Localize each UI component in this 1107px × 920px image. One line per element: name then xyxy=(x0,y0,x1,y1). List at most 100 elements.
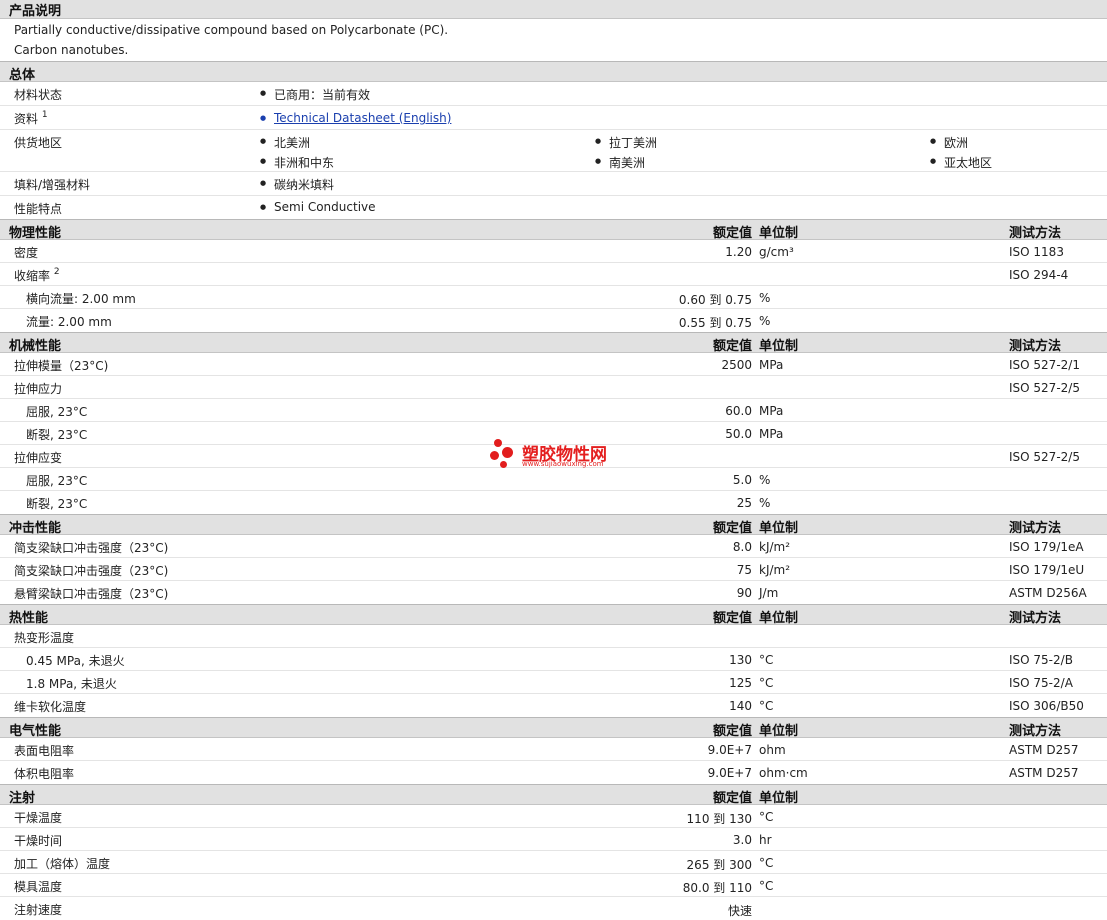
header-unit: 单位制 xyxy=(759,611,799,626)
header-method: 测试方法 xyxy=(1009,611,1062,626)
section-title: 物理性能 xyxy=(9,226,62,241)
header-unit: 单位制 xyxy=(759,791,799,806)
property-name: 模具温度 xyxy=(14,880,63,894)
table-row: 简支梁缺口冲击强度（23°C) 8.0 kJ/m² ISO 179/1eA xyxy=(0,535,1107,558)
table-row: 维卡软化温度 140 °C ISO 306/B50 xyxy=(0,694,1107,717)
property-value: 50.0 xyxy=(725,427,752,441)
region-item: 南美洲 xyxy=(595,154,645,171)
property-value: 2500 xyxy=(721,358,752,372)
property-value: 1.20 xyxy=(725,245,752,259)
table-row: 表面电阻率 9.0E+7 ohm ASTM D257 xyxy=(0,738,1107,761)
row-regions: 供货地区 北美洲 拉丁美洲 欧洲 非洲和中东 南美洲 亚太地区 xyxy=(0,130,1107,172)
header-unit: 单位制 xyxy=(759,339,799,354)
table-row: 1.8 MPa, 未退火 125 °C ISO 75-2/A xyxy=(0,671,1107,694)
table-row: 0.45 MPa, 未退火 130 °C ISO 75-2/B xyxy=(0,648,1107,671)
description-block: Partially conductive/dissipative compoun… xyxy=(0,19,1107,61)
table-row: 断裂, 23°C 25% xyxy=(0,491,1107,514)
property-name: 表面电阻率 xyxy=(14,744,75,758)
property-unit: % xyxy=(759,314,771,328)
property-name: 拉伸模量（23°C) xyxy=(14,359,109,373)
property-name: 维卡软化温度 xyxy=(14,700,87,714)
property-unit: J/m xyxy=(759,586,779,600)
property-value: 265 到 300 xyxy=(686,858,752,872)
feature-value: Semi Conductive xyxy=(260,200,375,214)
header-method: 测试方法 xyxy=(1009,521,1062,536)
row-documents: 资料 1 Technical Datasheet (English) xyxy=(0,106,1107,130)
table-row: 密度 1.20 g/cm³ ISO 1183 xyxy=(0,240,1107,263)
property-name: 屈服, 23°C xyxy=(26,474,88,488)
property-value: 110 到 130 xyxy=(686,812,752,826)
row-features: 性能特点 Semi Conductive xyxy=(0,196,1107,219)
property-unit: MPa xyxy=(759,427,784,441)
property-unit: °C xyxy=(759,699,774,713)
property-method: ISO 179/1eU xyxy=(1009,563,1085,577)
section-title: 注射 xyxy=(9,791,36,806)
property-name: 1.8 MPa, 未退火 xyxy=(26,677,117,691)
watermark-url: www.sujiaowuxing.com xyxy=(522,460,604,468)
property-unit: MPa xyxy=(759,358,784,372)
header-unit: 单位制 xyxy=(759,724,799,739)
property-value: 0.60 到 0.75 xyxy=(678,293,752,307)
section-title: 冲击性能 xyxy=(9,521,62,536)
property-unit: ohm xyxy=(759,743,786,757)
table-row: 简支梁缺口冲击强度（23°C) 75 kJ/m² ISO 179/1eU xyxy=(0,558,1107,581)
header-unit: 单位制 xyxy=(759,521,799,536)
table-row: 流量: 2.00 mm 0.55 到 0.75% xyxy=(0,309,1107,332)
property-value: 3.0 xyxy=(732,833,752,847)
header-value: 额定值 xyxy=(712,226,752,241)
property-method: ISO 294-4 xyxy=(1009,268,1069,282)
table-row: 干燥时间 3.0 hr xyxy=(0,828,1107,851)
property-name: 注射速度 xyxy=(14,903,63,917)
table-row: 屈服, 23°C 5.0% xyxy=(0,468,1107,491)
status-value: 已商用：当前有效 xyxy=(260,86,370,103)
section-title: 机械性能 xyxy=(9,339,62,354)
property-unit: °C xyxy=(759,676,774,690)
property-unit: % xyxy=(759,496,771,510)
property-unit: kJ/m² xyxy=(759,540,791,554)
property-name: 拉伸应变 xyxy=(14,451,63,465)
table-row: 收缩率 2 ISO 294-4 xyxy=(0,263,1107,286)
property-method: ISO 75-2/B xyxy=(1009,653,1073,667)
property-unit: ohm·cm xyxy=(759,766,808,780)
section-thermal: 热性能 额定值 单位制 测试方法 xyxy=(0,604,1107,626)
region-item: 亚太地区 xyxy=(930,154,992,171)
section-impact: 冲击性能 额定值 单位制 测试方法 xyxy=(0,514,1107,536)
section-title: 总体 xyxy=(9,68,36,83)
section-general: 总体 xyxy=(0,61,1107,83)
property-name: 拉伸应力 xyxy=(14,382,63,396)
property-unit: °C xyxy=(759,879,774,893)
property-name: 屈服, 23°C xyxy=(26,405,88,419)
row-material-status: 材料状态 已商用：当前有效 xyxy=(0,82,1107,106)
table-row: 屈服, 23°C 60.0 MPa xyxy=(0,399,1107,422)
property-value: 60.0 xyxy=(725,404,752,418)
section-electrical: 电气性能 额定值 单位制 测试方法 xyxy=(0,717,1107,739)
property-method: ISO 527-2/1 xyxy=(1009,358,1080,372)
label: 性能特点 xyxy=(14,202,63,216)
table-row: 模具温度 80.0 到 110 °C xyxy=(0,874,1107,897)
property-name: 加工（熔体）温度 xyxy=(14,857,111,871)
property-unit: °C xyxy=(759,653,774,667)
label: 填料/增强材料 xyxy=(14,178,91,192)
datasheet-link[interactable]: Technical Datasheet (English) xyxy=(260,111,451,125)
property-unit: % xyxy=(759,473,771,487)
header-value: 额定值 xyxy=(712,791,752,806)
row-filler: 填料/增强材料 碳纳米填料 xyxy=(0,172,1107,196)
property-value: 9.0E+7 xyxy=(707,743,752,757)
property-unit: g/cm³ xyxy=(759,245,794,259)
table-row: 悬臂梁缺口冲击强度（23°C) 90 J/m ASTM D256A xyxy=(0,581,1107,604)
section-physical: 物理性能 额定值 单位制 测试方法 xyxy=(0,219,1107,241)
property-value: 75 xyxy=(736,563,752,577)
header-method: 测试方法 xyxy=(1009,724,1062,739)
property-method: ISO 1183 xyxy=(1009,245,1064,259)
table-row: 拉伸应力 ISO 527-2/5 xyxy=(0,376,1107,399)
property-name: 体积电阻率 xyxy=(14,767,75,781)
property-method: ASTM D256A xyxy=(1009,586,1087,600)
header-method: 测试方法 xyxy=(1009,226,1062,241)
property-method: ASTM D257 xyxy=(1009,766,1079,780)
property-unit: kJ/m² xyxy=(759,563,791,577)
property-unit: % xyxy=(759,291,771,305)
header-value: 额定值 xyxy=(712,611,752,626)
property-name: 悬臂梁缺口冲击强度（23°C) xyxy=(14,587,169,601)
property-unit: hr xyxy=(759,833,772,847)
section-title: 热性能 xyxy=(9,611,49,626)
